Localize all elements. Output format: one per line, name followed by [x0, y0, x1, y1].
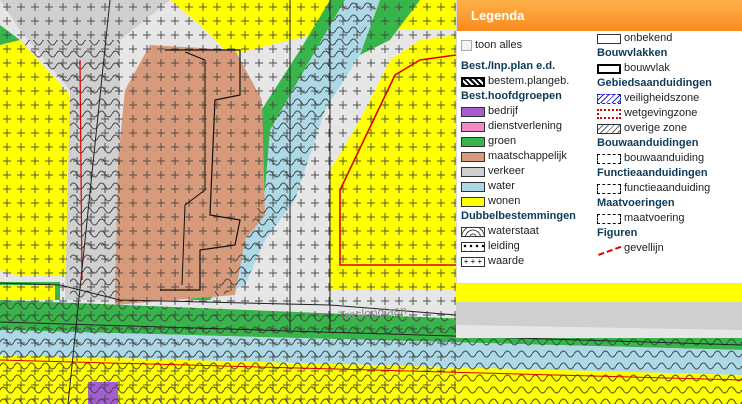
legend-heading: Dubbelbestemmingen [461, 210, 576, 222]
legend-item[interactable]: verkeer [461, 164, 525, 179]
legend-label: dienstverlening [488, 120, 562, 132]
legend-swatch-icon [597, 108, 621, 119]
legend-label: functieaanduiding [624, 182, 711, 194]
legend-panel: Legenda toon alles Best./Inp.plan e.d. be… [456, 0, 742, 284]
legend-label: wonen [488, 195, 521, 207]
legend-label: waarde [488, 255, 525, 267]
legend-item[interactable]: water [461, 179, 515, 194]
legend-item[interactable]: maatvoering [597, 211, 685, 226]
legend-heading: Gebiedsaanduidingen [597, 77, 712, 89]
legend-swatch-icon [461, 166, 485, 177]
legend-label: bedrijf [488, 105, 518, 117]
toon-alles-checkbox[interactable] [461, 40, 472, 51]
legend-item[interactable]: waterstaat [461, 224, 539, 239]
legend-label: verkeer [488, 165, 525, 177]
legend-item[interactable]: bouwaanduiding [597, 151, 704, 166]
legend-item[interactable]: wonen [461, 194, 520, 209]
legend-label: bouwaanduiding [624, 152, 705, 164]
legend-label: water [488, 180, 515, 192]
legend-item[interactable]: functieaanduiding [597, 181, 710, 196]
legend-heading: Maatvoeringen [597, 197, 675, 209]
legend-swatch-icon [597, 93, 621, 104]
legend-label: leiding [488, 240, 520, 252]
legend-swatch-icon [461, 76, 485, 87]
legend-swatch-icon [597, 123, 621, 134]
legend-heading: Best./Inp.plan e.d. [461, 60, 556, 72]
legend-label: maatschappelijk [488, 150, 567, 162]
legend-label: wetgevingzone [624, 107, 698, 119]
legend-heading: Bouwvlakken [597, 47, 668, 59]
zone-wonen-right-bottom-yellow [456, 284, 742, 302]
legend-swatch-icon [597, 33, 621, 44]
legend-item[interactable]: overige zone [597, 121, 687, 136]
legend-swatch-icon [597, 153, 621, 164]
legend-swatch-icon [461, 196, 485, 207]
legend-swatch-icon [597, 183, 621, 194]
legend-heading: Bouwaanduidingen [597, 137, 699, 149]
legend-swatch-icon [461, 106, 485, 117]
legend-swatch-icon [461, 121, 485, 132]
legend-label: veiligheidszone [624, 92, 700, 104]
legend-item[interactable]: bedrijf [461, 104, 518, 119]
legend-label: gevellijn [624, 242, 664, 254]
legend-swatch-icon: + + + [461, 256, 485, 267]
legend-label: waterstaat [488, 225, 539, 237]
legend-item[interactable]: bouwvlak [597, 61, 670, 76]
legend-label: bouwvlak [624, 62, 670, 74]
legend-swatch-icon [597, 213, 621, 224]
legend-label: maatvoering [624, 212, 685, 224]
legend-label: onbekend [624, 32, 673, 44]
legend-swatch-icon [461, 226, 485, 237]
legend-item[interactable]: bestem.plangeb. [461, 74, 569, 89]
legend-swatch-icon [461, 136, 485, 147]
legend-swatch-icon [596, 241, 622, 256]
legend-label: bestem.plangeb. [488, 75, 570, 87]
legend-item[interactable]: + + + waarde [461, 254, 524, 269]
legend-swatch-icon [461, 181, 485, 192]
legend-swatch-icon [461, 241, 485, 252]
legend-item[interactable]: leiding [461, 239, 520, 254]
legend-item[interactable]: veiligheidszone [597, 91, 699, 106]
legend-item[interactable]: wetgevingzone [597, 106, 697, 121]
legend-toon-alles[interactable]: toon alles [461, 38, 522, 53]
legend-item[interactable]: gevellijn [596, 241, 664, 256]
legend-item[interactable]: onbekend [597, 31, 672, 46]
legend-item[interactable]: groen [461, 134, 516, 149]
legend-item[interactable]: dienstverlening [461, 119, 562, 134]
legend-label: groen [488, 135, 517, 147]
legend-swatch-icon [597, 63, 621, 74]
toon-alles-label: toon alles [475, 39, 523, 51]
legend-heading: Figuren [597, 227, 638, 239]
legend-swatch-icon [461, 151, 485, 162]
legend-label: overige zone [624, 122, 687, 134]
legend-title: Legenda [457, 0, 742, 31]
legend-heading: Best.hoofdgroepen [461, 90, 562, 102]
legend-item[interactable]: maatschappelijk [461, 149, 567, 164]
legend-heading: Functieaanduidingen [597, 167, 708, 179]
